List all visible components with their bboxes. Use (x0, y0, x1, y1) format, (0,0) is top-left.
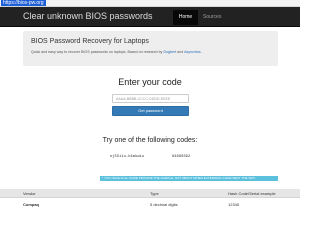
dogbert-link[interactable]: Dogbert (163, 50, 176, 54)
sample-code[interactable]: nj55i1u-b1mkwiu (110, 155, 144, 159)
nav-item-sources[interactable]: Sources (203, 10, 221, 25)
sample-codes-heading: Try one of the following codes: (102, 137, 198, 144)
address-bar[interactable]: https://bios-pw.org (1, 0, 46, 6)
column-header-hash: Hash Code/Serial example (228, 191, 276, 196)
cell-hash-example: 12345 (228, 202, 240, 207)
enter-code-heading: Enter your code (118, 77, 182, 87)
cell-type: 5 decimal digits (150, 202, 178, 207)
nav-item-home[interactable]: Home (173, 10, 198, 25)
table-header: Vendor Type Hash Code/Serial example (0, 189, 300, 198)
jumbotron-title: BIOS Password Recovery for Laptops (31, 38, 149, 45)
browser-chrome: https://bios-pw.org (0, 0, 300, 7)
sample-code[interactable]: 64690392 (172, 155, 190, 159)
jumbotron-description: Quick and easy way to recover BIOS passw… (31, 50, 202, 54)
description-text: Quick and easy way to recover BIOS passw… (31, 50, 163, 54)
site-brand[interactable]: Clear unknown BIOS passwords (23, 10, 153, 23)
cell-vendor: Compaq (23, 202, 39, 207)
column-header-type: Type (150, 191, 159, 196)
navbar: Clear unknown BIOS passwords Home Source… (0, 7, 300, 27)
asyncritus-link[interactable]: Asyncritus. (184, 50, 202, 54)
jumbotron: BIOS Password Recovery for Laptops Quick… (23, 31, 278, 66)
table-row: Compaq 5 decimal digits 12345 (0, 199, 300, 210)
info-notice: * YOU HAVE FULL CODE PROVIDE THE SAMPLE,… (100, 176, 278, 181)
code-input[interactable] (112, 94, 189, 103)
get-password-button[interactable]: Get password (112, 106, 189, 116)
column-header-vendor: Vendor (23, 191, 36, 196)
description-connector: and (177, 50, 184, 54)
